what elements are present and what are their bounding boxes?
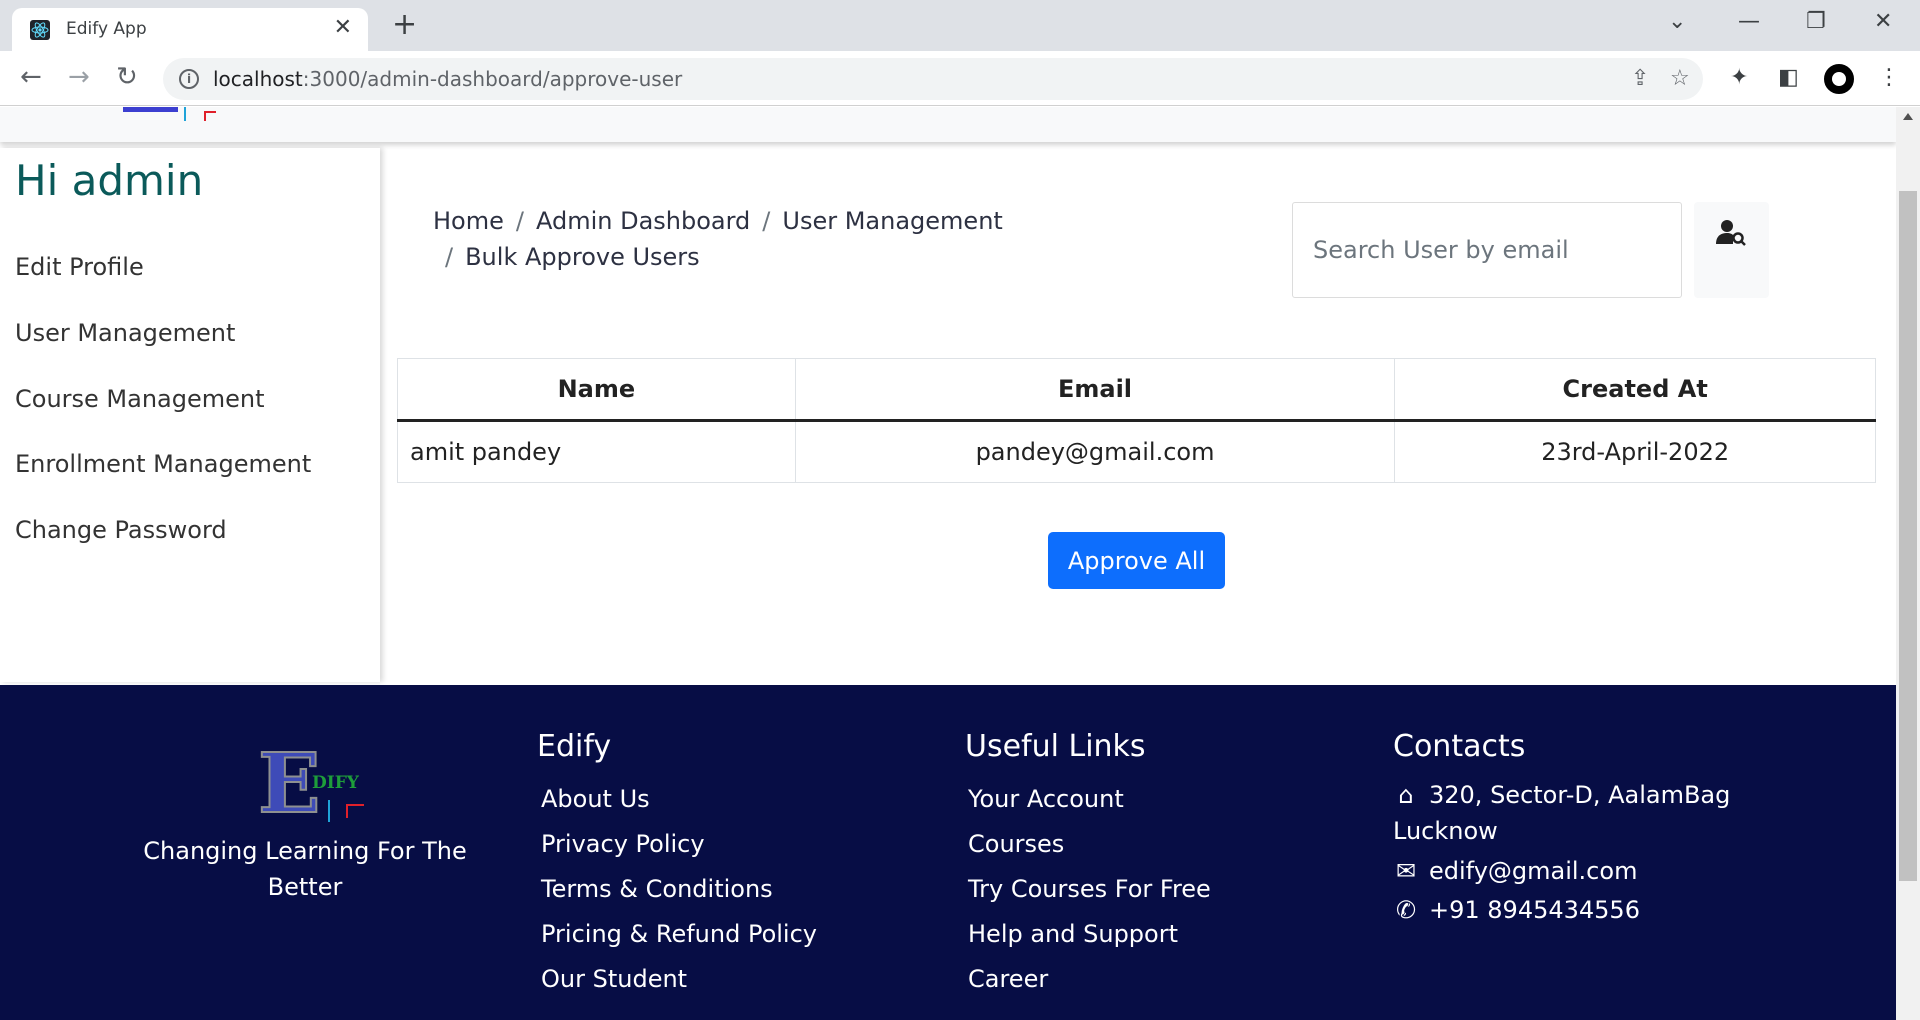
scroll-thumb[interactable] bbox=[1899, 191, 1917, 881]
user-created-at-cell: 23rd-April-2022 bbox=[1394, 420, 1876, 483]
footer-link-terms[interactable]: Terms & Conditions bbox=[541, 875, 773, 903]
greeting: Hi admin bbox=[15, 156, 204, 205]
minimize-icon[interactable]: — bbox=[1738, 10, 1760, 34]
breadcrumb: Home / Admin Dashboard / User Management / Bul… bbox=[433, 203, 1053, 275]
footer-tagline: Changing Learning For The Better bbox=[143, 837, 467, 901]
footer-link-courses[interactable]: Courses bbox=[968, 830, 1064, 858]
user-name-cell: amit pandey bbox=[397, 420, 796, 483]
more-menu-icon[interactable]: ⋮ bbox=[1878, 65, 1900, 91]
close-tab-icon[interactable]: ✕ bbox=[334, 16, 352, 40]
footer-contacts-title: Contacts bbox=[1393, 729, 1526, 764]
reload-icon[interactable]: ↻ bbox=[116, 63, 138, 91]
tab-search-chevron-icon[interactable]: ⌄ bbox=[1668, 10, 1686, 34]
sidebar-item-edit-profile[interactable]: Edit Profile bbox=[15, 253, 144, 281]
share-icon[interactable]: ⇪ bbox=[1631, 66, 1649, 91]
new-tab-icon[interactable]: + bbox=[392, 10, 417, 40]
footer-edify-title: Edify bbox=[537, 729, 612, 764]
column-header-name[interactable]: Name bbox=[397, 358, 796, 422]
sidebar-item-course-management[interactable]: Course Management bbox=[15, 385, 265, 413]
breadcrumb-separator: / bbox=[762, 207, 771, 235]
breadcrumb-home[interactable]: Home bbox=[433, 207, 504, 235]
user-search-icon bbox=[1716, 220, 1746, 246]
profile-avatar[interactable] bbox=[1824, 64, 1854, 94]
search-user-input[interactable] bbox=[1292, 202, 1682, 298]
footer-link-our-student[interactable]: Our Student bbox=[541, 965, 687, 993]
contact-address: ⌂ 320, Sector-D, AalamBag Lucknow bbox=[1393, 777, 1793, 849]
breadcrumb-current: Bulk Approve Users bbox=[465, 243, 700, 271]
edify-logo[interactable]: E DIFY bbox=[258, 746, 368, 824]
breadcrumb-separator: / bbox=[445, 243, 454, 271]
footer-link-help-support[interactable]: Help and Support bbox=[968, 920, 1178, 948]
footer-link-career[interactable]: Career bbox=[968, 965, 1048, 993]
browser-tab-bar: Edify App ✕ + ⌄ — ❐ ✕ bbox=[0, 0, 1920, 51]
footer-link-try-courses[interactable]: Try Courses For Free bbox=[968, 875, 1211, 903]
close-window-icon[interactable]: ✕ bbox=[1874, 10, 1892, 34]
footer-link-pricing[interactable]: Pricing & Refund Policy bbox=[541, 920, 817, 948]
browser-toolbar: ← → ↻ i localhost:3000/admin-dashboard/a… bbox=[0, 51, 1920, 106]
search-user-button[interactable] bbox=[1694, 202, 1769, 298]
page-viewport: Hi admin Edit Profile User Management Co… bbox=[0, 107, 1896, 1020]
footer-useful-links-title: Useful Links bbox=[965, 729, 1146, 764]
envelope-icon: ✉ bbox=[1395, 857, 1417, 885]
users-table: Name Email Created At amit pandey pandey… bbox=[397, 358, 1876, 483]
footer-link-your-account[interactable]: Your Account bbox=[968, 785, 1124, 813]
approve-all-button[interactable]: Approve All bbox=[1048, 532, 1225, 589]
sidebar-item-enrollment-management[interactable]: Enrollment Management bbox=[15, 450, 311, 478]
svg-text:DIFY: DIFY bbox=[312, 773, 360, 793]
navbar-logo[interactable] bbox=[120, 107, 220, 122]
sidebar: Hi admin Edit Profile User Management Co… bbox=[0, 148, 380, 682]
contact-email[interactable]: ✉ edify@gmail.com bbox=[1393, 853, 1638, 889]
extensions-puzzle-icon[interactable]: ✦ bbox=[1730, 65, 1748, 91]
page-scrollbar[interactable] bbox=[1896, 107, 1920, 1020]
url-text: localhost:3000/admin-dashboard/approve-u… bbox=[213, 67, 683, 91]
breadcrumb-admin-dashboard[interactable]: Admin Dashboard bbox=[536, 207, 750, 235]
back-icon[interactable]: ← bbox=[20, 63, 42, 91]
footer-link-privacy-policy[interactable]: Privacy Policy bbox=[541, 830, 705, 858]
site-info-icon[interactable]: i bbox=[179, 69, 199, 89]
breadcrumb-separator: / bbox=[515, 207, 524, 235]
phone-icon: ✆ bbox=[1395, 896, 1417, 924]
react-favicon-icon bbox=[30, 20, 50, 40]
bookmark-star-icon[interactable]: ☆ bbox=[1670, 66, 1690, 91]
scroll-up-arrow-icon[interactable] bbox=[1903, 113, 1913, 120]
browser-tab[interactable]: Edify App ✕ bbox=[12, 8, 368, 51]
column-header-created-at[interactable]: Created At bbox=[1394, 358, 1876, 422]
tab-title: Edify App bbox=[66, 19, 147, 39]
restore-icon[interactable]: ❐ bbox=[1806, 10, 1826, 34]
footer: E DIFY Changing Learning For The Better … bbox=[0, 685, 1896, 1020]
table-row: amit pandey pandey@gmail.com 23rd-April-… bbox=[397, 420, 1876, 483]
contact-phone[interactable]: ✆ +91 8945434556 bbox=[1393, 892, 1640, 928]
table-header-row: Name Email Created At bbox=[397, 358, 1876, 422]
column-header-email[interactable]: Email bbox=[794, 358, 1396, 422]
address-bar[interactable]: i localhost:3000/admin-dashboard/approve… bbox=[163, 58, 1703, 100]
home-icon: ⌂ bbox=[1398, 781, 1414, 809]
breadcrumb-user-management[interactable]: User Management bbox=[782, 207, 1002, 235]
sidebar-item-change-password[interactable]: Change Password bbox=[15, 516, 227, 544]
top-navbar bbox=[0, 107, 1896, 142]
footer-link-about-us[interactable]: About Us bbox=[541, 785, 650, 813]
side-panel-icon[interactable]: ◧ bbox=[1778, 65, 1799, 91]
forward-icon[interactable]: → bbox=[68, 63, 90, 91]
sidebar-item-user-management[interactable]: User Management bbox=[15, 319, 235, 347]
user-email-cell: pandey@gmail.com bbox=[794, 420, 1396, 483]
